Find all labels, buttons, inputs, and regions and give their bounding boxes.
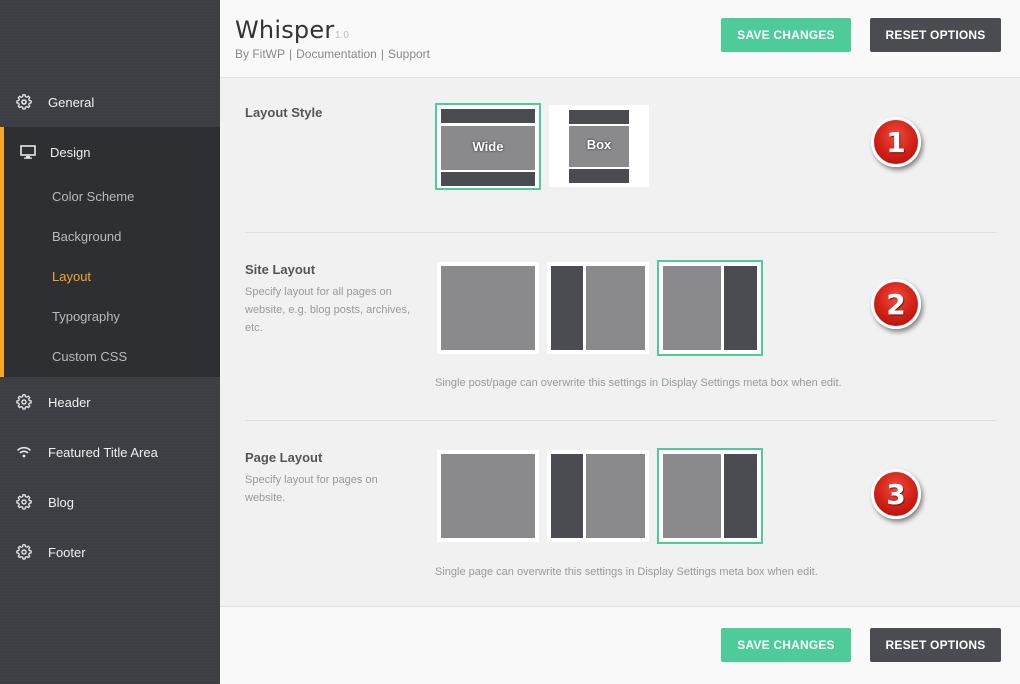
reset-options-button[interactable]: RESET OPTIONS (870, 628, 1001, 662)
divider (245, 232, 996, 233)
support-link[interactable]: Support (388, 47, 430, 61)
design-section: Design Color Scheme Background Layout Ty… (0, 127, 220, 377)
separator: | (289, 47, 293, 61)
save-changes-button[interactable]: SAVE CHANGES (721, 628, 851, 662)
sidebar-item-general[interactable]: General (0, 77, 220, 127)
box-label: Box (586, 137, 612, 152)
layout-style-box-option[interactable]: Box (549, 105, 649, 187)
sidebar-item-blog[interactable]: Blog (0, 477, 220, 527)
sidebar-item-label: Footer (48, 544, 86, 560)
documentation-link[interactable]: Documentation (296, 47, 377, 61)
site-layout-right-sidebar-option[interactable] (657, 260, 763, 356)
page-layout-note: Single page can overwrite this settings … (435, 566, 818, 578)
layout-style-label: Layout Style (245, 105, 323, 120)
sub-item-background[interactable]: Background (52, 229, 121, 244)
sidebar-item-design[interactable]: Design (0, 127, 220, 177)
sub-item-layout[interactable]: Layout (52, 269, 91, 284)
site-layout-note: Single post/page can overwrite this sett… (435, 377, 842, 389)
gear-icon (0, 494, 48, 510)
site-layout-description: Specify layout for all pages on website,… (245, 286, 411, 334)
sidebar-item-label: Featured Title Area (48, 444, 158, 460)
page-title: Whisper (235, 16, 335, 44)
page-layout-right-sidebar-option[interactable] (657, 448, 763, 544)
monitor-icon (0, 144, 48, 160)
sub-item-color-scheme[interactable]: Color Scheme (52, 189, 134, 204)
wifi-icon (0, 444, 48, 460)
sub-item-typography[interactable]: Typography (52, 309, 120, 324)
save-changes-button[interactable]: SAVE CHANGES (721, 18, 851, 52)
sidebar-item-label: General (48, 94, 95, 110)
page-header: Whisper 1.0 By FitWP | Documentation | Suppo… (220, 0, 1020, 78)
byline: By FitWP | Documentation | Support (235, 47, 430, 61)
sidebar-item-featured-title-area[interactable]: Featured Title Area (0, 427, 220, 477)
page-layout-left-sidebar-option[interactable] (547, 450, 649, 542)
settings-panel: Layout Style Wide Box 1 Site Layout Spec… (220, 79, 1020, 606)
gear-icon (0, 544, 48, 560)
page-layout-full-width-option[interactable] (437, 450, 539, 542)
gear-icon (0, 394, 48, 410)
sub-item-custom-css[interactable]: Custom CSS (52, 349, 127, 364)
page-layout-description: Specify layout for pages on website. (245, 474, 378, 504)
step-badge-2: 2 (871, 279, 921, 329)
version-label: 1.0 (335, 30, 349, 41)
site-layout-full-width-option[interactable] (437, 262, 539, 354)
sidebar-item-label: Design (50, 144, 91, 160)
page-layout-label: Page Layout (245, 450, 323, 465)
divider (245, 420, 996, 421)
layout-style-wide-option[interactable]: Wide (435, 103, 541, 190)
sidebar-item-footer[interactable]: Footer (0, 527, 220, 577)
step-badge-1: 1 (871, 117, 921, 167)
page-footer: SAVE CHANGES RESET OPTIONS (220, 606, 1020, 684)
sidebar-item-label: Header (48, 394, 91, 410)
site-layout-label: Site Layout (245, 262, 316, 277)
separator: | (380, 47, 384, 61)
reset-options-button[interactable]: RESET OPTIONS (870, 18, 1001, 52)
gear-icon (0, 94, 48, 110)
author-link[interactable]: By FitWP (235, 47, 285, 61)
site-layout-left-sidebar-option[interactable] (547, 262, 649, 354)
step-badge-3: 3 (871, 469, 921, 519)
sidebar-item-header[interactable]: Header (0, 377, 220, 427)
sidebar-item-label: Blog (48, 494, 75, 510)
sidebar: General Design Color Scheme Background L… (0, 0, 220, 684)
wide-label: Wide (472, 139, 504, 154)
